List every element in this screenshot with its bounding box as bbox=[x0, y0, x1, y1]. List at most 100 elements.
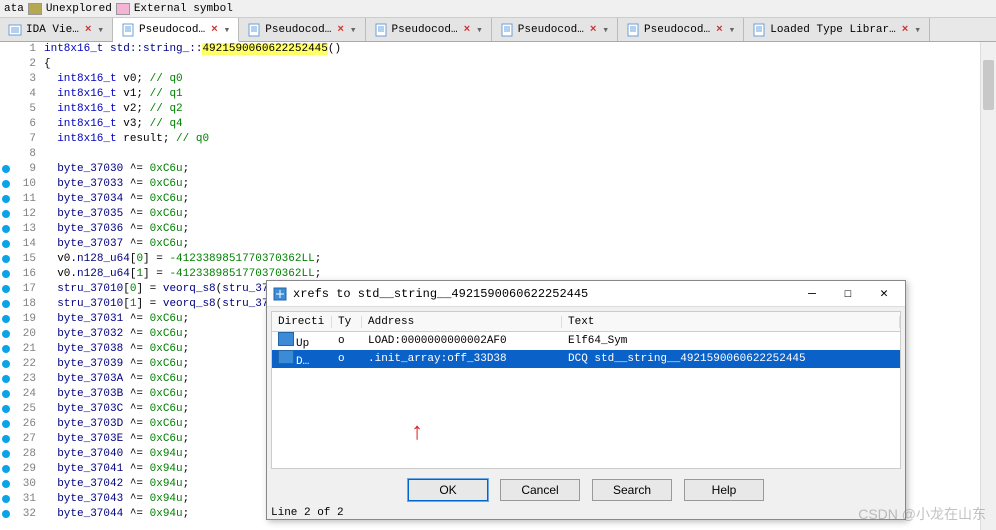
scroll-thumb[interactable] bbox=[983, 60, 994, 110]
code-line[interactable] bbox=[44, 147, 996, 162]
tab-4[interactable]: Pseudocod…×▾ bbox=[492, 18, 618, 41]
line-number[interactable]: 14 bbox=[0, 237, 36, 252]
line-number[interactable]: 25 bbox=[0, 402, 36, 417]
line-number[interactable]: 19 bbox=[0, 312, 36, 327]
code-line[interactable]: int8x16_t v1; // q1 bbox=[44, 87, 996, 102]
tab-drop-icon[interactable]: ▾ bbox=[729, 23, 736, 37]
line-number[interactable]: 15 bbox=[0, 252, 36, 267]
tab-close-icon[interactable]: × bbox=[590, 24, 597, 36]
tab-close-icon[interactable]: × bbox=[211, 24, 218, 36]
line-number[interactable]: 32 bbox=[0, 507, 36, 522]
minimize-button[interactable]: — bbox=[797, 284, 827, 304]
xrefs-icon bbox=[273, 287, 287, 301]
xref-row[interactable]: D…o.init_array:off_33D38DCQ std__string_… bbox=[272, 350, 900, 368]
tab-label: Pseudocod… bbox=[644, 24, 710, 36]
line-number[interactable]: 12 bbox=[0, 207, 36, 222]
xrefs-dialog: xrefs to std__string__492159006062225244… bbox=[266, 280, 906, 520]
tab-icon bbox=[626, 23, 640, 37]
dialog-status: Line 2 of 2 bbox=[267, 507, 905, 519]
cancel-button[interactable]: Cancel bbox=[500, 479, 580, 501]
search-button[interactable]: Search bbox=[592, 479, 672, 501]
legend-swatch-external bbox=[116, 3, 130, 15]
code-line[interactable]: byte_37037 ^= 0xC6u; bbox=[44, 237, 996, 252]
line-number[interactable]: 1 bbox=[0, 42, 36, 57]
dialog-titlebar[interactable]: xrefs to std__string__492159006062225244… bbox=[267, 281, 905, 307]
tab-close-icon[interactable]: × bbox=[464, 24, 471, 36]
code-line[interactable]: int8x16_t v2; // q2 bbox=[44, 102, 996, 117]
line-number[interactable]: 7 bbox=[0, 132, 36, 147]
code-line[interactable]: byte_37030 ^= 0xC6u; bbox=[44, 162, 996, 177]
tab-6[interactable]: Loaded Type Librar…×▾ bbox=[744, 18, 930, 41]
vertical-scrollbar[interactable] bbox=[980, 42, 996, 530]
tab-close-icon[interactable]: × bbox=[337, 24, 344, 36]
line-number[interactable]: 4 bbox=[0, 87, 36, 102]
line-number[interactable]: 30 bbox=[0, 477, 36, 492]
tab-drop-icon[interactable]: ▾ bbox=[224, 23, 231, 37]
tab-icon bbox=[374, 23, 388, 37]
line-number[interactable]: 2 bbox=[0, 57, 36, 72]
tab-drop-icon[interactable]: ▾ bbox=[97, 23, 104, 37]
ok-button[interactable]: OK bbox=[408, 479, 488, 501]
tab-drop-icon[interactable]: ▾ bbox=[914, 23, 921, 37]
code-line[interactable]: v0.n128_u64[0] = -4123389851770370362LL; bbox=[44, 252, 996, 267]
line-number[interactable]: 5 bbox=[0, 102, 36, 117]
code-line[interactable]: int8x16_t v3; // q4 bbox=[44, 117, 996, 132]
dialog-buttons: OK Cancel Search Help bbox=[273, 479, 899, 501]
col-type[interactable]: Ty bbox=[332, 316, 362, 328]
line-number[interactable]: 31 bbox=[0, 492, 36, 507]
tab-label: Pseudocod… bbox=[139, 24, 205, 36]
tab-2[interactable]: Pseudocod…×▾ bbox=[239, 18, 365, 41]
code-line[interactable]: byte_37033 ^= 0xC6u; bbox=[44, 177, 996, 192]
line-number[interactable]: 27 bbox=[0, 432, 36, 447]
line-number[interactable]: 13 bbox=[0, 222, 36, 237]
line-number[interactable]: 9 bbox=[0, 162, 36, 177]
tab-3[interactable]: Pseudocod… × ▾ bbox=[366, 18, 492, 41]
tab-label: IDA Vie… bbox=[26, 24, 79, 36]
line-number[interactable]: 10 bbox=[0, 177, 36, 192]
line-number[interactable]: 3 bbox=[0, 72, 36, 87]
line-number[interactable]: 22 bbox=[0, 357, 36, 372]
tab-close-icon[interactable]: × bbox=[902, 24, 909, 36]
line-number[interactable]: 8 bbox=[0, 147, 36, 162]
xrefs-header[interactable]: Directi Ty Address Text bbox=[272, 312, 900, 332]
line-number[interactable]: 26 bbox=[0, 417, 36, 432]
tab-close-icon[interactable]: × bbox=[85, 24, 92, 36]
line-number[interactable]: 24 bbox=[0, 387, 36, 402]
code-line[interactable]: byte_37034 ^= 0xC6u; bbox=[44, 192, 996, 207]
code-line[interactable]: byte_37036 ^= 0xC6u; bbox=[44, 222, 996, 237]
col-text[interactable]: Text bbox=[562, 316, 900, 328]
col-direction[interactable]: Directi bbox=[272, 316, 332, 328]
tab-drop-icon[interactable]: ▾ bbox=[602, 23, 609, 37]
tab-close-icon[interactable]: × bbox=[716, 24, 723, 36]
line-number[interactable]: 11 bbox=[0, 192, 36, 207]
tab-icon bbox=[752, 23, 766, 37]
line-number[interactable]: 18 bbox=[0, 297, 36, 312]
close-button[interactable]: ✕ bbox=[869, 284, 899, 304]
col-address[interactable]: Address bbox=[362, 316, 562, 328]
code-line[interactable]: { bbox=[44, 57, 996, 72]
code-line[interactable]: byte_37035 ^= 0xC6u; bbox=[44, 207, 996, 222]
line-number[interactable]: 16 bbox=[0, 267, 36, 282]
line-number[interactable]: 28 bbox=[0, 447, 36, 462]
tab-drop-icon[interactable]: ▾ bbox=[476, 23, 483, 37]
code-line[interactable]: int8x16_t std::string_::4921590060622252… bbox=[44, 42, 996, 57]
help-button[interactable]: Help bbox=[684, 479, 764, 501]
line-number[interactable]: 20 bbox=[0, 327, 36, 342]
tab-1[interactable]: Pseudocod… × ▾ bbox=[113, 18, 239, 42]
line-number[interactable]: 6 bbox=[0, 117, 36, 132]
line-number[interactable]: 29 bbox=[0, 462, 36, 477]
xrefs-list[interactable]: Directi Ty Address Text UpoLOAD:00000000… bbox=[271, 311, 901, 469]
code-line[interactable]: int8x16_t v0; // q0 bbox=[44, 72, 996, 87]
line-number[interactable]: 23 bbox=[0, 372, 36, 387]
code-line[interactable]: int8x16_t result; // q0 bbox=[44, 132, 996, 147]
tab-5[interactable]: Pseudocod… × ▾ bbox=[618, 18, 744, 41]
tab-label: Pseudocod… bbox=[392, 24, 458, 36]
tab-icon bbox=[500, 23, 514, 37]
maximize-button[interactable]: ☐ bbox=[833, 284, 863, 304]
line-number[interactable]: 17 bbox=[0, 282, 36, 297]
line-number[interactable]: 21 bbox=[0, 342, 36, 357]
xref-row[interactable]: UpoLOAD:0000000000002AF0Elf64_Sym bbox=[272, 332, 900, 350]
tab-icon bbox=[247, 23, 261, 37]
tab-0[interactable]: IDA Vie… × ▾ bbox=[0, 18, 113, 41]
tab-drop-icon[interactable]: ▾ bbox=[350, 23, 357, 37]
